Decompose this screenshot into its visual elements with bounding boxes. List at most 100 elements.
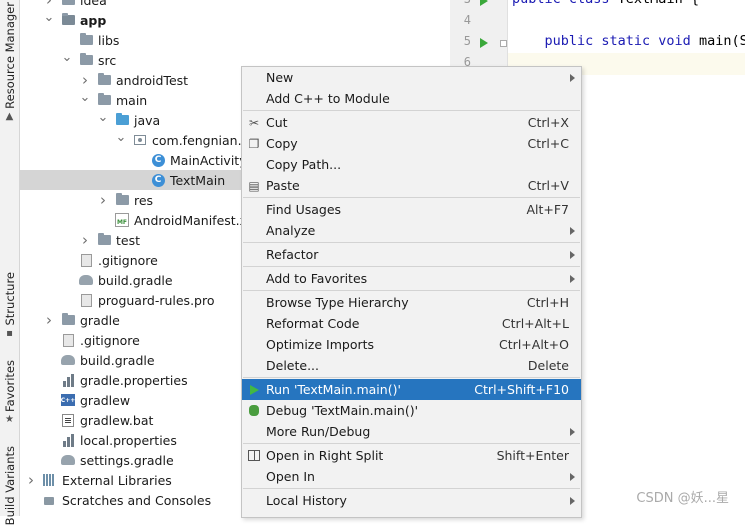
menu-item-more-run-debug[interactable]: More Run/Debug xyxy=(242,421,581,442)
tree-icon-slot xyxy=(60,0,76,10)
tree-label: local.properties xyxy=(80,432,177,448)
chevron-down-icon[interactable]: ⌄ xyxy=(98,108,109,128)
code-keyword: public class xyxy=(512,0,618,7)
resource-manager-label: Resource Manager xyxy=(2,2,17,109)
chevron-right-icon[interactable]: › xyxy=(26,470,36,490)
tree-icon-slot xyxy=(96,230,112,250)
tree-icon-slot xyxy=(78,270,94,290)
submenu-arrow-icon xyxy=(570,226,575,235)
menu-separator xyxy=(243,197,580,198)
menu-item-label: Paste xyxy=(266,178,300,193)
menu-shortcut: Ctrl+C xyxy=(527,136,569,151)
tree-label: gradle.properties xyxy=(80,372,188,388)
source-folder-icon xyxy=(115,113,129,125)
menu-item-open-in[interactable]: Open In xyxy=(242,466,581,487)
favorites-label: Favorites xyxy=(2,360,17,412)
gradle-icon xyxy=(79,275,93,285)
menu-item-paste[interactable]: ▤ Paste Ctrl+V xyxy=(242,175,581,196)
menu-item-debug-textmain-main[interactable]: Debug 'TextMain.main()' xyxy=(242,400,581,421)
resource-folder-icon xyxy=(115,193,129,205)
tree-label: java xyxy=(134,112,161,128)
folder-icon xyxy=(97,73,111,85)
chevron-right-icon[interactable]: › xyxy=(80,230,90,250)
chevron-down-icon[interactable]: ⌄ xyxy=(116,128,127,148)
menu-item-label: Refactor xyxy=(266,247,319,262)
menu-item-cut[interactable]: ✂ Cut Ctrl+X xyxy=(242,112,581,133)
run-gutter-icon[interactable] xyxy=(480,38,488,48)
tree-icon-slot xyxy=(60,310,76,330)
menu-item-label: Cut xyxy=(266,115,288,130)
chevron-down-icon[interactable]: ⌄ xyxy=(44,8,55,28)
debug-bug xyxy=(249,405,259,416)
properties-icon xyxy=(62,373,74,387)
tree-label: build.gradle xyxy=(98,272,173,288)
folder-icon xyxy=(79,33,93,45)
folder-icon xyxy=(97,233,111,245)
star-icon: ★ xyxy=(5,413,14,425)
chevron-down-icon[interactable]: ⌄ xyxy=(62,48,73,68)
tree-label: Scratches and Consoles xyxy=(62,492,212,508)
submenu-arrow-icon xyxy=(570,274,575,283)
menu-item-run-textmain-main[interactable]: Run 'TextMain.main()' Ctrl+Shift+F10 xyxy=(242,379,581,400)
menu-item-reformat-code[interactable]: Reformat Code Ctrl+Alt+L xyxy=(242,313,581,334)
menu-item-refactor[interactable]: Refactor xyxy=(242,244,581,265)
tree-row[interactable]: libs xyxy=(20,30,450,50)
menu-item-label: Reformat Code xyxy=(266,316,360,331)
tree-icon-slot: C++ xyxy=(60,390,76,410)
menu-item-label: New xyxy=(266,70,294,85)
tree-row[interactable]: › idea xyxy=(20,0,450,10)
tree-label: main xyxy=(116,92,148,108)
menu-item-new[interactable]: New xyxy=(242,67,581,88)
tree-row[interactable]: ⌄ app xyxy=(20,10,450,30)
submenu-arrow-icon xyxy=(570,427,575,436)
resource-manager-tab[interactable]: Resource Manager ▲ xyxy=(0,2,19,122)
structure-label: Structure xyxy=(2,272,17,326)
menu-item-label: Local History xyxy=(266,493,347,508)
tree-icon-slot xyxy=(114,190,130,210)
menu-separator xyxy=(243,266,580,267)
menu-item-find-usages[interactable]: Find Usages Alt+F7 xyxy=(242,199,581,220)
menu-item-copy[interactable]: ❐ Copy Ctrl+C xyxy=(242,133,581,154)
gradle-icon xyxy=(61,355,75,365)
tree-icon-slot xyxy=(132,130,148,150)
menu-item-label: Add to Favorites xyxy=(266,271,368,286)
tree-label: AndroidManifest.x xyxy=(134,212,248,228)
tree-label: app xyxy=(80,12,107,28)
structure-tab[interactable]: Structure ▪ xyxy=(0,272,19,339)
run-gutter-icon[interactable] xyxy=(480,0,488,6)
menu-item-label: Browse Type Hierarchy xyxy=(266,295,409,310)
chevron-right-icon[interactable]: › xyxy=(98,190,108,210)
menu-item-add-to-favorites[interactable]: Add to Favorites xyxy=(242,268,581,289)
menu-item-add-c-to-module[interactable]: Add C++ to Module xyxy=(242,88,581,109)
menu-item-open-in-right-split[interactable]: Open in Right Split Shift+Enter xyxy=(242,445,581,466)
menu-item-optimize-imports[interactable]: Optimize Imports Ctrl+Alt+O xyxy=(242,334,581,355)
chevron-down-icon[interactable]: ⌄ xyxy=(80,88,91,108)
fold-marker-icon[interactable] xyxy=(500,40,507,47)
menu-item-label: Add C++ to Module xyxy=(266,91,390,106)
chevron-right-icon[interactable]: › xyxy=(44,310,54,330)
menu-item-delete[interactable]: Delete... Delete xyxy=(242,355,581,376)
menu-item-copy-path[interactable]: Copy Path... xyxy=(242,154,581,175)
module-folder-icon xyxy=(61,13,75,25)
cut-icon: ✂ xyxy=(248,115,260,130)
tree-label: res xyxy=(134,192,154,208)
menu-item-label: Open In xyxy=(266,469,315,484)
menu-item-browse-type-hierarchy[interactable]: Browse Type Hierarchy Ctrl+H xyxy=(242,292,581,313)
menu-separator xyxy=(243,377,580,378)
watermark: CSDN @妖...星 xyxy=(636,491,729,506)
tree-label: .gitignore xyxy=(80,332,140,348)
build-variants-tab[interactable]: Build Variants xyxy=(0,446,19,525)
favorites-tab[interactable]: Favorites ★ xyxy=(0,360,19,425)
tree-label: proguard-rules.pro xyxy=(98,292,215,308)
menu-shortcut: Ctrl+V xyxy=(527,178,569,193)
tree-label: gradlew xyxy=(80,392,131,408)
libraries-icon xyxy=(43,474,57,486)
menu-shortcut: Ctrl+X xyxy=(527,115,569,130)
menu-item-label: Analyze xyxy=(266,223,316,238)
menu-item-analyze[interactable]: Analyze xyxy=(242,220,581,241)
menu-item-label: Find Usages xyxy=(266,202,342,217)
menu-item-local-history[interactable]: Local History xyxy=(242,490,581,511)
structure-icon: ▪ xyxy=(6,327,13,339)
debug-icon xyxy=(247,404,261,418)
tree-label: libs xyxy=(98,32,120,48)
